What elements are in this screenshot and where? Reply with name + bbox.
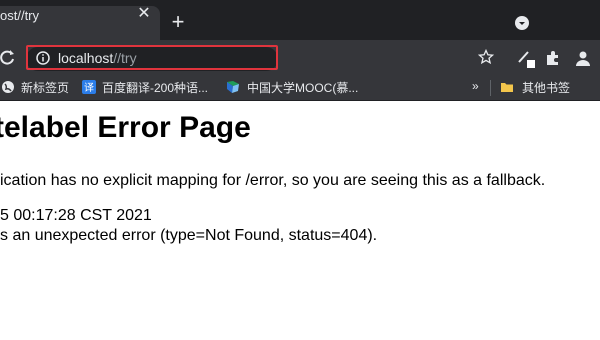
error-status: s an unexpected error (type=Not Found, s…	[0, 227, 378, 244]
url-path: //try	[113, 50, 137, 66]
profile-avatar-icon[interactable]	[574, 49, 592, 67]
url-text[interactable]: localhost//try	[58, 50, 137, 66]
svg-text:译: 译	[84, 82, 94, 94]
info-icon[interactable]	[36, 51, 50, 65]
bookmarks-divider	[490, 80, 491, 96]
bookmark-baidu-translate[interactable]: 百度翻译-200种语...	[102, 79, 208, 96]
tab-close-button[interactable]: ✕	[135, 5, 153, 23]
mooc-icon	[227, 81, 239, 93]
tab-title[interactable]: ost//try	[0, 8, 39, 23]
translate-icon: 译	[82, 80, 96, 94]
extension-wand-icon[interactable]	[516, 48, 536, 68]
bookmark-star-icon[interactable]	[478, 49, 494, 65]
bookmark-mooc[interactable]: 中国大学MOOC(慕...	[247, 79, 358, 96]
folder-icon	[501, 83, 513, 92]
reload-icon[interactable]	[0, 49, 16, 65]
other-bookmarks[interactable]: 其他书签	[522, 79, 570, 96]
page-title: telabel Error Page	[0, 111, 251, 144]
error-message: ication has no explicit mapping for /err…	[0, 172, 546, 189]
new-tab-button[interactable]: +	[168, 11, 188, 33]
error-timestamp: 5 00:17:28 CST 2021	[0, 207, 152, 224]
bookmark-new-tab[interactable]: 新标签页	[21, 79, 69, 96]
globe-icon	[2, 81, 14, 93]
url-host: localhost	[58, 50, 114, 66]
extensions-puzzle-icon[interactable]	[545, 50, 561, 66]
bookmarks-overflow-button[interactable]: »	[472, 79, 479, 93]
tab-search-icon[interactable]	[514, 15, 530, 31]
